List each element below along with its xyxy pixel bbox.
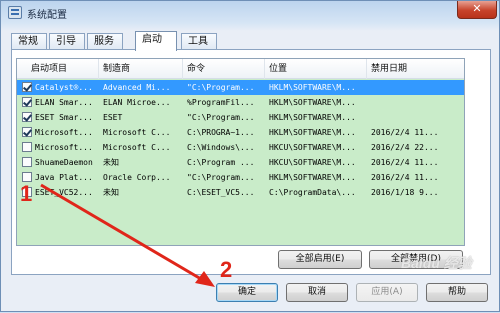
help-button[interactable]: 帮助: [426, 283, 488, 302]
table-row[interactable]: ShuameDaemon 未知 C:\Program ... HKCU\SOFTWAR…: [17, 155, 464, 170]
cell-location: HKLM\SOFTWARE\M...: [269, 98, 356, 107]
system-config-icon: [8, 6, 22, 19]
tab-boot[interactable]: 引导: [49, 33, 85, 50]
cell-item: Catalyst®...: [35, 83, 93, 92]
window-title: 系统配置: [27, 10, 67, 21]
annotation-number-2: 2: [220, 257, 233, 282]
table-row[interactable]: Java Plat... Oracle Corp... "C:\Program...…: [17, 170, 464, 185]
cell-date: [371, 80, 461, 95]
cell-command: C:\Program ...: [187, 158, 255, 167]
tab-services[interactable]: 服务: [87, 33, 123, 50]
column-disabled-date[interactable]: 禁用日期: [367, 59, 464, 79]
startup-list[interactable]: 启动项目 制造商 命令 位置 禁用日期 Catalyst®... Advanced…: [16, 58, 465, 246]
ok-button[interactable]: 确定: [216, 283, 278, 302]
cell-date: 2016/2/4 11...: [371, 173, 439, 182]
cell-command: "C:\Program...: [187, 83, 255, 92]
tab-tools[interactable]: 工具: [181, 33, 217, 50]
cell-command: "C:\Program...: [187, 173, 255, 182]
cell-date: [371, 95, 461, 110]
row-checkbox[interactable]: [22, 112, 32, 122]
cell-command: C:\PROGRA~1...: [187, 128, 255, 137]
cell-location: HKCU\SOFTWARE\M...: [269, 143, 356, 152]
cell-location: C:\ProgramData\...: [269, 188, 356, 197]
cell-item: Java Plat...: [35, 173, 93, 182]
cell-item: ShuameDaemon: [35, 158, 93, 167]
annotation-number-1: 1: [20, 181, 33, 206]
system-config-window: 系统配置 ✕ 常规 引导 服务 启动 工具 启动项目 制造商 命令 位置 禁用日…: [0, 0, 500, 312]
row-checkbox[interactable]: [22, 127, 32, 137]
column-manufacturer[interactable]: 制造商: [99, 59, 183, 79]
column-location[interactable]: 位置: [265, 59, 367, 79]
table-row[interactable]: Microsoft... Microsoft C... C:\PROGRA~1...…: [17, 125, 464, 140]
cell-location: HKLM\SOFTWARE\M...: [269, 173, 356, 182]
cell-location: HKLM\SOFTWARE\M...: [269, 128, 356, 137]
cell-maker: 未知: [103, 188, 119, 197]
cell-location: HKLM\SOFTWARE\M...: [269, 113, 356, 122]
row-checkbox[interactable]: [22, 142, 32, 152]
row-checkbox[interactable]: [22, 157, 32, 167]
cell-date: 2016/2/4 11...: [371, 158, 439, 167]
tab-strip: 常规 引导 服务 启动 工具: [11, 31, 491, 51]
cell-maker: ELAN Microe...: [103, 98, 171, 107]
table-row[interactable]: ELAN Smar... ELAN Microe... %ProgramFil...…: [17, 95, 464, 110]
cell-command: %ProgramFil...: [187, 98, 255, 107]
cell-command: C:\ESET_VC5...: [187, 188, 255, 197]
column-header-bar: 启动项目 制造商 命令 位置 禁用日期: [17, 59, 464, 79]
cell-maker: Advanced Mi...: [103, 83, 171, 92]
tab-general[interactable]: 常规: [11, 33, 47, 50]
cell-maker: Microsoft C...: [103, 143, 171, 152]
table-row[interactable]: ESET Smar... ESET "C:\Program... HKLM\SOFTW…: [17, 110, 464, 125]
cell-date: [371, 110, 461, 125]
cell-maker: ESET: [103, 113, 123, 122]
cell-maker: 未知: [103, 158, 119, 167]
cell-command: "C:\Program...: [187, 113, 255, 122]
cell-item: Microsoft...: [35, 143, 93, 152]
enable-all-button[interactable]: 全部启用(E): [278, 250, 362, 269]
cell-date: 2016/1/18 9...: [371, 188, 439, 197]
apply-button[interactable]: 应用(A): [356, 283, 418, 302]
column-command[interactable]: 命令: [183, 59, 265, 79]
title-bar[interactable]: 系统配置 ✕: [1, 1, 499, 25]
cell-item: ELAN Smar...: [35, 98, 93, 107]
table-row[interactable]: Catalyst®... Advanced Mi... "C:\Program...…: [17, 80, 464, 95]
column-startup-item[interactable]: 启动项目: [17, 59, 99, 79]
cell-item: ESET Smar...: [35, 113, 93, 122]
table-row[interactable]: ESET_VC52... 未知 C:\ESET_VC5... C:\ProgramDa…: [17, 185, 464, 200]
baidu-watermark: Baidu 经验: [401, 255, 472, 271]
cell-maker: Oracle Corp...: [103, 173, 171, 182]
cell-date: 2016/2/4 22...: [371, 143, 439, 152]
row-checkbox[interactable]: [22, 82, 32, 92]
cell-item: Microsoft...: [35, 128, 93, 137]
table-row[interactable]: Microsoft... Microsoft C... C:\Windows\...…: [17, 140, 464, 155]
cell-location: HKLM\SOFTWARE\M...: [269, 83, 356, 92]
cell-command: C:\Windows\...: [187, 143, 255, 152]
row-checkbox[interactable]: [22, 97, 32, 107]
cell-maker: Microsoft C...: [103, 128, 171, 137]
close-button[interactable]: ✕: [457, 1, 497, 19]
cancel-button[interactable]: 取消: [286, 283, 348, 302]
tab-startup[interactable]: 启动: [135, 31, 177, 51]
cell-item: ESET_VC52...: [35, 188, 93, 197]
cell-date: 2016/2/4 11...: [371, 128, 439, 137]
cell-location: HKCU\SOFTWARE\M...: [269, 158, 356, 167]
